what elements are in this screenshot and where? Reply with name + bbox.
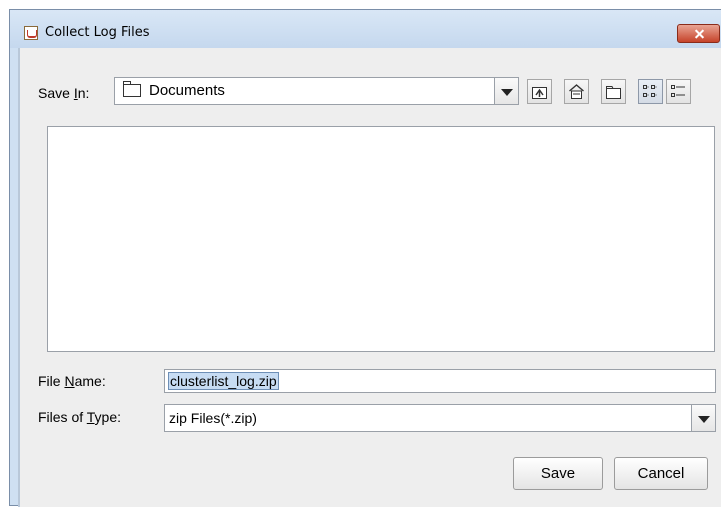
home-button[interactable] bbox=[564, 79, 589, 104]
details-view-icon bbox=[671, 85, 685, 97]
up-one-level-button[interactable] bbox=[527, 79, 552, 104]
save-in-combobox[interactable]: Documents bbox=[114, 77, 519, 105]
new-folder-button[interactable] bbox=[601, 79, 626, 104]
list-view-button[interactable] bbox=[638, 79, 663, 104]
file-chooser-panel: Save In: Documents File Name: clusterlis… bbox=[18, 48, 721, 507]
file-name-label: File Name: bbox=[38, 373, 106, 389]
java-app-icon bbox=[24, 26, 38, 40]
details-view-button[interactable] bbox=[666, 79, 691, 104]
file-type-combobox[interactable]: zip Files(*.zip) bbox=[164, 404, 716, 432]
file-name-value: clusterlist_log.zip bbox=[168, 372, 279, 390]
cancel-button[interactable]: Cancel bbox=[614, 457, 708, 490]
file-type-value: zip Files(*.zip) bbox=[169, 410, 257, 426]
file-list[interactable] bbox=[47, 126, 715, 352]
dialog-window: Collect Log Files Save In: Documents Fil… bbox=[9, 9, 721, 507]
new-folder-icon bbox=[606, 86, 621, 99]
save-in-label: Save In: bbox=[38, 85, 90, 101]
file-name-input[interactable]: clusterlist_log.zip bbox=[164, 369, 716, 393]
save-button[interactable]: Save bbox=[513, 457, 603, 490]
home-icon bbox=[569, 84, 584, 99]
folder-icon bbox=[123, 81, 141, 97]
window-title: Collect Log Files bbox=[45, 25, 150, 40]
list-view-icon bbox=[643, 85, 658, 97]
close-button[interactable] bbox=[677, 24, 720, 43]
file-type-label: Files of Type: bbox=[38, 409, 122, 425]
left-border bbox=[18, 48, 20, 507]
chevron-down-icon[interactable] bbox=[494, 78, 518, 104]
up-one-level-icon bbox=[532, 87, 547, 99]
chevron-down-icon[interactable] bbox=[691, 405, 715, 431]
save-in-value: Documents bbox=[149, 82, 225, 99]
title-bar[interactable]: Collect Log Files bbox=[10, 10, 721, 48]
